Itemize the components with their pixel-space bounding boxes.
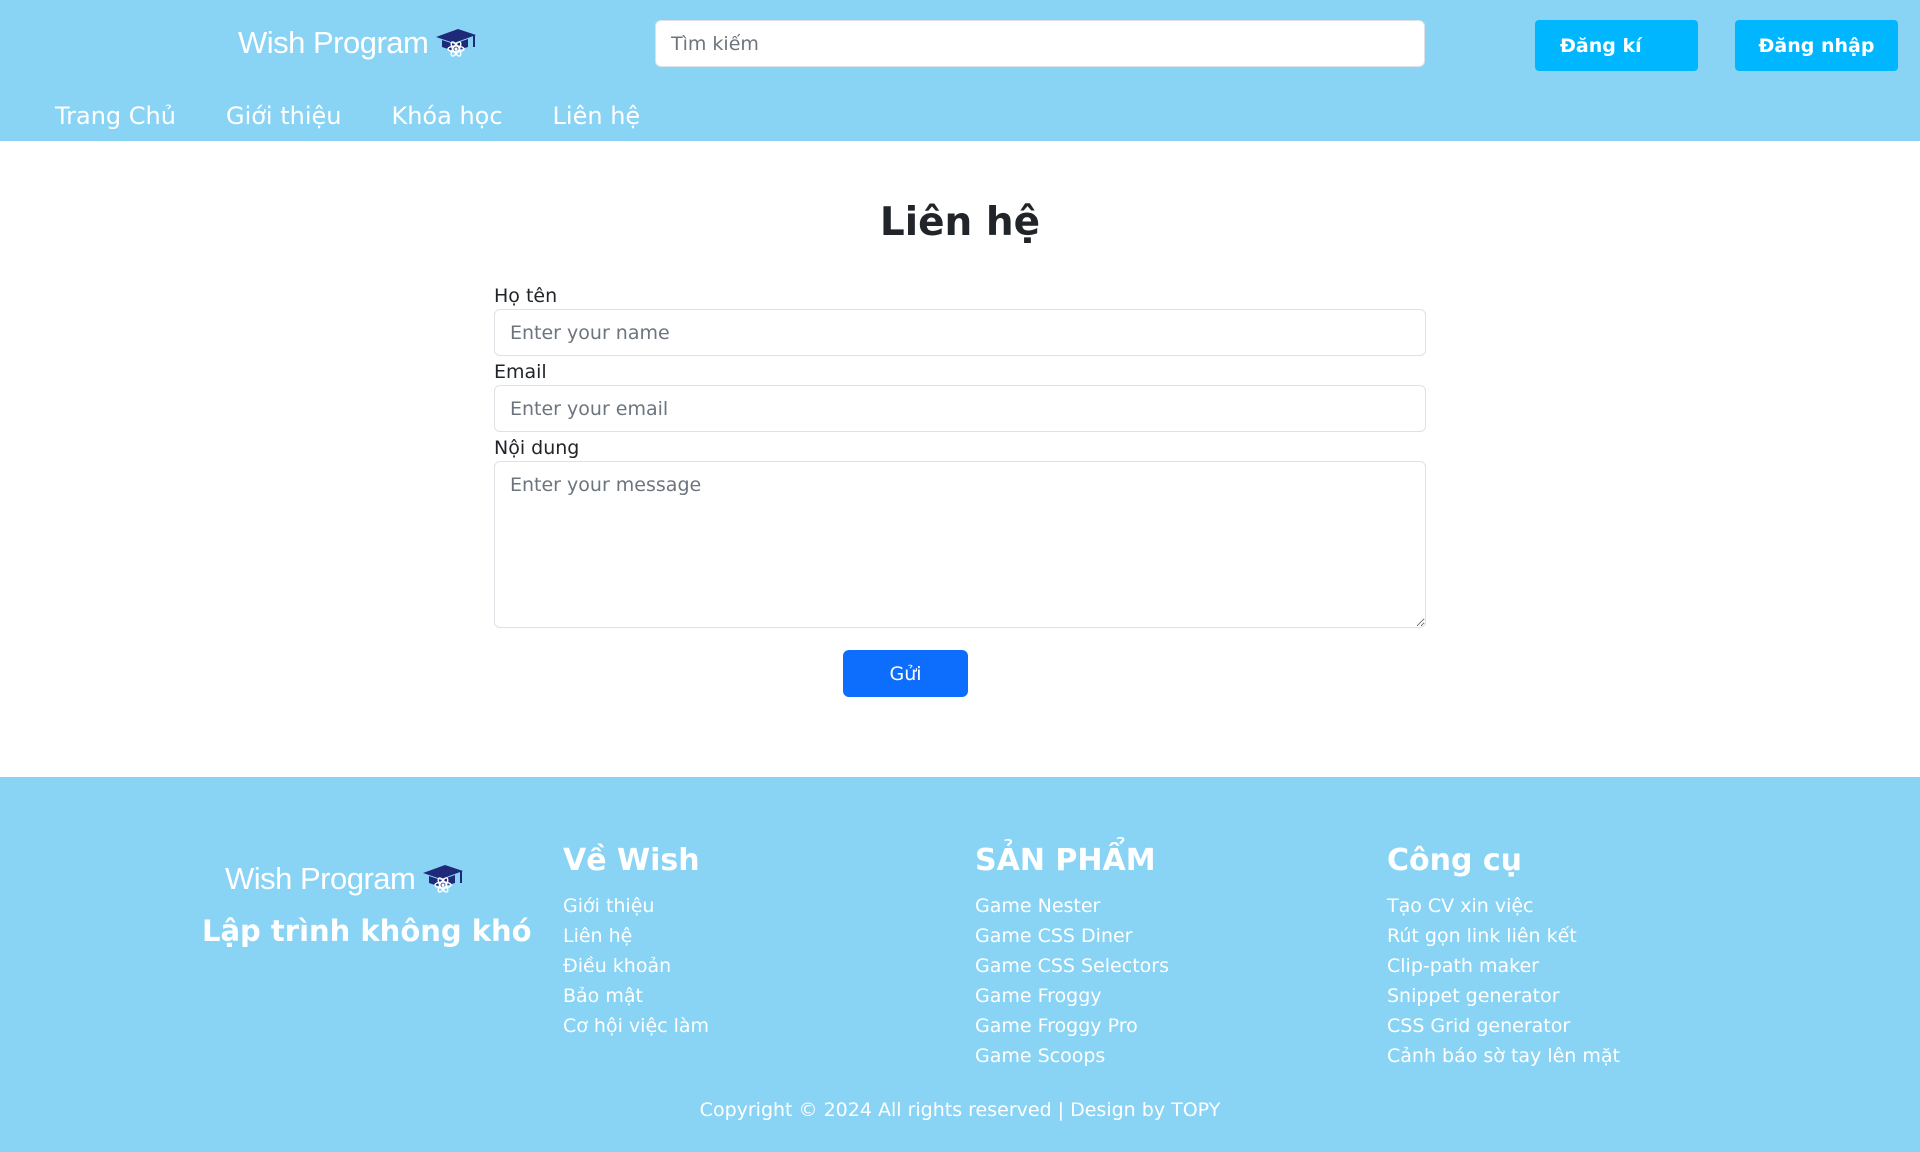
page-title: Liên hệ <box>879 200 1041 245</box>
login-button[interactable]: Đăng nhập <box>1735 20 1898 71</box>
graduation-cap-icon <box>436 29 477 57</box>
footer-link-contact[interactable]: Liên hệ <box>563 925 632 947</box>
footer-column-title: SẢN PHẨM <box>975 843 1156 878</box>
footer-link-game-froggy[interactable]: Game Froggy <box>975 985 1102 1007</box>
footer-link-careers[interactable]: Cơ hội việc làm <box>563 1015 709 1037</box>
footer-link-game-nester[interactable]: Game Nester <box>975 895 1100 917</box>
name-label: Họ tên <box>494 285 558 307</box>
nav-item-home[interactable]: Trang Chủ <box>55 96 176 136</box>
logo-text: Wish Program <box>238 25 429 60</box>
site-footer: Wish Program Lập trình không khó Về Wish… <box>0 777 1920 1152</box>
footer-link-cv-builder[interactable]: Tạo CV xin việc <box>1387 895 1533 917</box>
register-button[interactable]: Đăng kí <box>1535 20 1698 71</box>
footer-logo[interactable]: Wish Program <box>225 861 464 897</box>
site-header: Wish Program Đăng kí Đăng nhập Trang Chủ… <box>0 0 1920 141</box>
footer-link-snippet-generator[interactable]: Snippet generator <box>1387 985 1560 1007</box>
footer-link-game-css-diner[interactable]: Game CSS Diner <box>975 925 1132 947</box>
header-logo[interactable]: Wish Program <box>238 20 477 66</box>
footer-column-title: Công cụ <box>1387 843 1523 878</box>
email-field[interactable] <box>494 385 1426 432</box>
footer-logo-text: Wish Program <box>225 861 416 896</box>
message-label: Nội dung <box>494 437 580 459</box>
footer-column-products: SẢN PHẨM Game Nester Game CSS Diner Game… <box>975 839 1169 1071</box>
footer-link-clip-path-maker[interactable]: Clip-path maker <box>1387 955 1539 977</box>
copyright-text: Copyright © 2024 All rights reserved | D… <box>699 1099 1221 1121</box>
contact-form: Họ tên Email Nội dung <box>494 283 1426 628</box>
footer-column-tools: Công cụ Tạo CV xin việc Rút gọn link liê… <box>1387 839 1620 1071</box>
footer-link-face-touch-warning[interactable]: Cảnh báo sờ tay lên mặt <box>1387 1045 1620 1067</box>
footer-link-url-shortener[interactable]: Rút gọn link liên kết <box>1387 925 1577 947</box>
footer-slogan: Lập trình không khó <box>202 914 532 948</box>
name-field[interactable] <box>494 309 1426 356</box>
footer-link-game-froggy-pro[interactable]: Game Froggy Pro <box>975 1015 1138 1037</box>
message-field[interactable] <box>494 461 1426 628</box>
footer-column-about: Về Wish Giới thiệu Liên hệ Điều khoản Bả… <box>563 839 709 1041</box>
footer-link-css-grid-generator[interactable]: CSS Grid generator <box>1387 1015 1570 1037</box>
footer-link-terms[interactable]: Điều khoản <box>563 955 671 977</box>
footer-link-about[interactable]: Giới thiệu <box>563 895 654 917</box>
nav-item-courses[interactable]: Khóa học <box>391 96 502 136</box>
footer-link-privacy[interactable]: Bảo mật <box>563 985 643 1007</box>
footer-link-game-css-selectors[interactable]: Game CSS Selectors <box>975 955 1169 977</box>
main-nav: Trang Chủ Giới thiệu Khóa học Liên hệ <box>55 96 690 136</box>
nav-item-about[interactable]: Giới thiệu <box>226 96 342 136</box>
email-label: Email <box>494 361 547 383</box>
nav-item-contact[interactable]: Liên hệ <box>553 96 641 136</box>
footer-column-title: Về Wish <box>563 843 700 878</box>
footer-link-game-scoops[interactable]: Game Scoops <box>975 1045 1105 1067</box>
submit-button[interactable]: Gửi <box>843 650 968 697</box>
graduation-cap-icon <box>423 865 464 893</box>
search-input[interactable] <box>655 20 1425 67</box>
